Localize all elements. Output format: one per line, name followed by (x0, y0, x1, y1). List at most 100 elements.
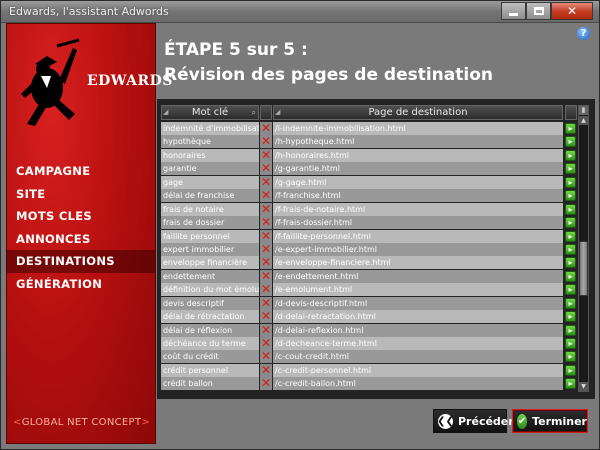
table-row[interactable]: crédit personnel ✕/c-credit-personnel.htm… (161, 363, 576, 377)
page-cell[interactable]: /f-faillite-personnel.html (273, 229, 563, 243)
title-bar[interactable]: Edwards, l'assistant Adwords ✕ (1, 1, 599, 23)
delete-row-button[interactable]: ✕ (260, 363, 272, 377)
open-page-icon[interactable]: ▸ (565, 203, 576, 215)
keyword-cell[interactable]: frais de dossier (161, 216, 259, 230)
delete-row-button[interactable]: ✕ (260, 310, 272, 324)
open-page-icon[interactable]: ▸ (565, 217, 576, 229)
delete-row-button[interactable]: ✕ (260, 350, 272, 364)
page-cell[interactable]: /c-credit-ballon.html (273, 377, 563, 391)
open-page-icon[interactable]: ▸ (565, 378, 576, 390)
table-row[interactable]: gage ✕/g-gage.html ▸ (161, 175, 576, 189)
previous-button[interactable]: ❮❮ Précédent (433, 409, 521, 433)
page-cell[interactable]: /f-franchise.html (273, 189, 563, 203)
keyword-cell[interactable]: indemnité d'immobilisation (161, 122, 259, 135)
page-cell[interactable]: /g-gage.html (273, 175, 563, 189)
delete-row-button[interactable]: ✕ (260, 202, 272, 216)
open-page-icon[interactable]: ▸ (565, 338, 576, 349)
keyword-cell[interactable]: délai de franchise (161, 189, 259, 203)
delete-row-button[interactable]: ✕ (260, 175, 272, 189)
keyword-cell[interactable]: délai de rétractation (161, 310, 259, 324)
table-row[interactable]: frais de dossier ✕/f-frais-dossier.html ▸ (161, 216, 576, 230)
table-row[interactable]: endettement ✕/e-endettement.html ▸ (161, 269, 576, 283)
page-cell[interactable]: /d-delai-reflexion.html (273, 323, 563, 337)
table-row[interactable]: hypothèque ✕/h-hypotheque.html ▸ (161, 135, 576, 149)
open-page-icon[interactable]: ▸ (565, 176, 576, 188)
page-cell[interactable]: /f-frais-de-notaire.html (273, 202, 563, 216)
delete-row-button[interactable]: ✕ (260, 216, 272, 230)
sidebar-item-site[interactable]: SITE (7, 183, 155, 206)
keyword-cell[interactable]: crédit personnel (161, 363, 259, 377)
table-row[interactable]: définition du mot émolument✕/e-emolument… (161, 283, 576, 297)
page-cell[interactable]: /e-endettement.html (273, 269, 563, 283)
open-page-icon[interactable]: ▸ (565, 149, 576, 161)
column-chooser-icon[interactable]: ▮ (579, 106, 588, 115)
delete-row-button[interactable]: ✕ (260, 256, 272, 270)
sidebar-item-generation[interactable]: GÉNÉRATION (7, 273, 155, 296)
page-cell[interactable]: /e-expert-immobilier.html (273, 242, 563, 256)
vertical-scrollbar[interactable]: ▮ ▲ ▼ (578, 105, 589, 392)
table-row[interactable]: garantie ✕/g-garantie.html ▸ (161, 162, 576, 176)
open-page-icon[interactable]: ▸ (565, 284, 576, 296)
page-cell[interactable]: /e-enveloppe-financiere.html (273, 256, 563, 270)
sidebar-item-campagne[interactable]: CAMPAGNE (7, 160, 155, 183)
keyword-cell[interactable]: hypothèque (161, 135, 259, 149)
open-page-icon[interactable]: ▸ (565, 324, 576, 336)
page-cell[interactable]: /c-cout-credit.html (273, 350, 563, 364)
delete-row-button[interactable]: ✕ (260, 148, 272, 162)
page-cell[interactable]: /d-delai-retractation.html (273, 310, 563, 324)
open-page-icon[interactable]: ▸ (565, 163, 576, 175)
delete-row-button[interactable]: ✕ (260, 189, 272, 203)
scroll-down-icon[interactable]: ▼ (579, 382, 588, 391)
table-row[interactable]: délai de réflexion ✕/d-delai-reflexion.ht… (161, 323, 576, 337)
keyword-cell[interactable]: gage (161, 175, 259, 189)
keyword-cell[interactable]: garantie (161, 162, 259, 176)
sidebar-item-annonces[interactable]: ANNONCES (7, 228, 155, 251)
page-cell[interactable]: /e-emolument.html (273, 283, 563, 297)
keyword-cell[interactable]: endettement (161, 269, 259, 283)
open-page-icon[interactable]: ▸ (565, 297, 576, 309)
open-page-icon[interactable]: ▸ (565, 190, 576, 202)
scroll-thumb[interactable] (579, 241, 588, 296)
table-row[interactable]: délai de franchise ✕/f-franchise.html ▸ (161, 189, 576, 203)
keyword-cell[interactable]: délai de réflexion (161, 323, 259, 337)
open-page-icon[interactable]: ▸ (565, 123, 576, 134)
keyword-cell[interactable]: définition du mot émolument (161, 283, 259, 297)
table-row[interactable]: honoraires ✕/h-honoraires.html ▸ (161, 148, 576, 162)
sidebar-item-mots-cles[interactable]: MOTS CLES (7, 205, 155, 228)
open-page-icon[interactable]: ▸ (565, 136, 576, 148)
keyword-cell[interactable]: honoraires (161, 148, 259, 162)
table-row[interactable]: indemnité d'immobilisation✕/i-indemnite-… (161, 122, 576, 135)
page-cell[interactable]: /i-indemnite-immobilisation.html (273, 122, 563, 135)
open-page-icon[interactable]: ▸ (565, 311, 576, 323)
maximize-button[interactable] (526, 2, 551, 20)
table-row[interactable]: crédit ballon ✕/c-credit-ballon.html ▸ (161, 377, 576, 391)
table-row[interactable]: frais de notaire ✕/f-frais-de-notaire.htm… (161, 202, 576, 216)
delete-row-button[interactable]: ✕ (260, 269, 272, 283)
delete-row-button[interactable]: ✕ (260, 229, 272, 243)
minimize-button[interactable] (501, 2, 526, 20)
page-cell[interactable]: /h-hypotheque.html (273, 135, 563, 149)
delete-row-button[interactable]: ✕ (260, 377, 272, 391)
finish-button[interactable]: ✔ Terminer (512, 409, 588, 433)
delete-row-button[interactable]: ✕ (260, 122, 272, 135)
open-page-icon[interactable]: ▸ (565, 243, 576, 255)
page-cell[interactable]: /f-frais-dossier.html (273, 216, 563, 230)
open-page-icon[interactable]: ▸ (565, 351, 576, 363)
table-row[interactable]: expert immobilier ✕/e-expert-immobilier.h… (161, 242, 576, 256)
table-row[interactable]: devis descriptif ✕/d-devis-descriptif.htm… (161, 296, 576, 310)
delete-row-button[interactable]: ✕ (260, 242, 272, 256)
table-row[interactable]: faillite personnel ✕/f-faillite-personnel… (161, 229, 576, 243)
column-header-keyword[interactable]: ◢ Mot clé ⌕ (161, 105, 259, 120)
table-row[interactable]: délai de rétractation ✕/d-delai-retractat… (161, 310, 576, 324)
keyword-cell[interactable]: déchéance du terme (161, 337, 259, 350)
keyword-cell[interactable]: expert immobilier (161, 242, 259, 256)
search-icon[interactable]: ⌕ (252, 106, 256, 119)
delete-row-button[interactable]: ✕ (260, 337, 272, 350)
page-cell[interactable]: /c-credit-personnel.html (273, 363, 563, 377)
scroll-up-icon[interactable]: ▲ (579, 116, 588, 125)
delete-row-button[interactable]: ✕ (260, 135, 272, 149)
page-cell[interactable]: /g-garantie.html (273, 162, 563, 176)
keyword-cell[interactable]: coût du crédit (161, 350, 259, 364)
open-page-icon[interactable]: ▸ (565, 364, 576, 376)
delete-row-button[interactable]: ✕ (260, 283, 272, 297)
